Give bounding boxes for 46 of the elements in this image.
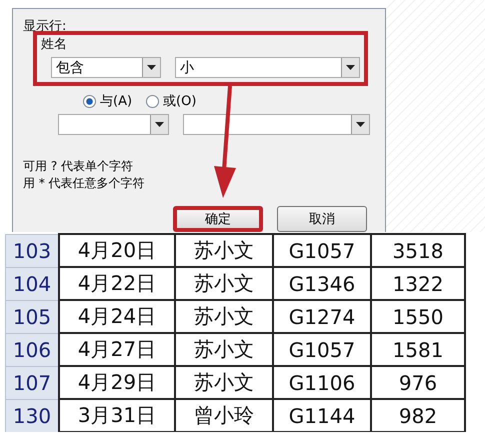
table-cell: 976 [371,366,465,399]
table-cell: G1106 [273,366,371,399]
table-cell: 1550 [371,300,465,333]
table-cell: 苏小文 [175,366,273,399]
row-header[interactable]: 103 [6,234,59,267]
row-header[interactable]: 106 [6,333,59,366]
table-cell: 曾小玲 [175,399,273,432]
table-cell: G1057 [273,333,371,366]
table-cell: 苏小文 [175,267,273,300]
row-header[interactable]: 130 [6,399,59,432]
dropdown-arrow-icon [155,122,164,127]
dropdown-field[interactable] [58,114,169,135]
table-cell: G1057 [273,234,371,267]
table-cell: 4月24日 [59,300,175,333]
table-cell: 苏小文 [175,333,273,366]
table-cell: 3518 [371,234,465,267]
table-cell: 1322 [371,267,465,300]
row-header[interactable]: 104 [6,267,59,300]
table-cell: G1144 [273,399,371,432]
section-label: 显示行: [23,19,68,35]
row-header[interactable]: 107 [6,366,59,399]
table-cell: G1346 [273,267,371,300]
table-cell: G1274 [273,300,371,333]
hint-text: 可用 ? 代表单个字符 [23,158,134,175]
row-header[interactable]: 105 [6,300,59,333]
cancel-button[interactable]: 取消 [277,206,367,232]
table-cell: 4月27日 [59,333,175,366]
radio-option[interactable]: 与(A) [83,92,132,110]
dropdown-arrow-icon [356,122,365,127]
hint-text: 用 * 代表任意多个字符 [23,175,146,192]
dropdown-arrow-icon [346,65,355,70]
table-cell: 4月22日 [59,267,175,300]
table-cell: 4月20日 [59,234,175,267]
dropdown-field[interactable]: 包含 [51,57,161,78]
table-cell: 苏小文 [175,234,273,267]
table-cell: 982 [371,399,465,432]
dropdown-field[interactable] [183,114,370,135]
ok-button[interactable]: 确定 [173,206,263,232]
table-cell: 苏小文 [175,300,273,333]
field-label: 姓名 [41,37,68,53]
dropdown-arrow-icon [146,65,156,70]
radio-option[interactable]: 或(O) [146,92,196,110]
table-cell: 1581 [371,333,465,366]
table-cell: 4月29日 [59,366,175,399]
table-cell: 3月31日 [59,399,175,432]
dropdown-field[interactable]: 小 [174,57,360,78]
